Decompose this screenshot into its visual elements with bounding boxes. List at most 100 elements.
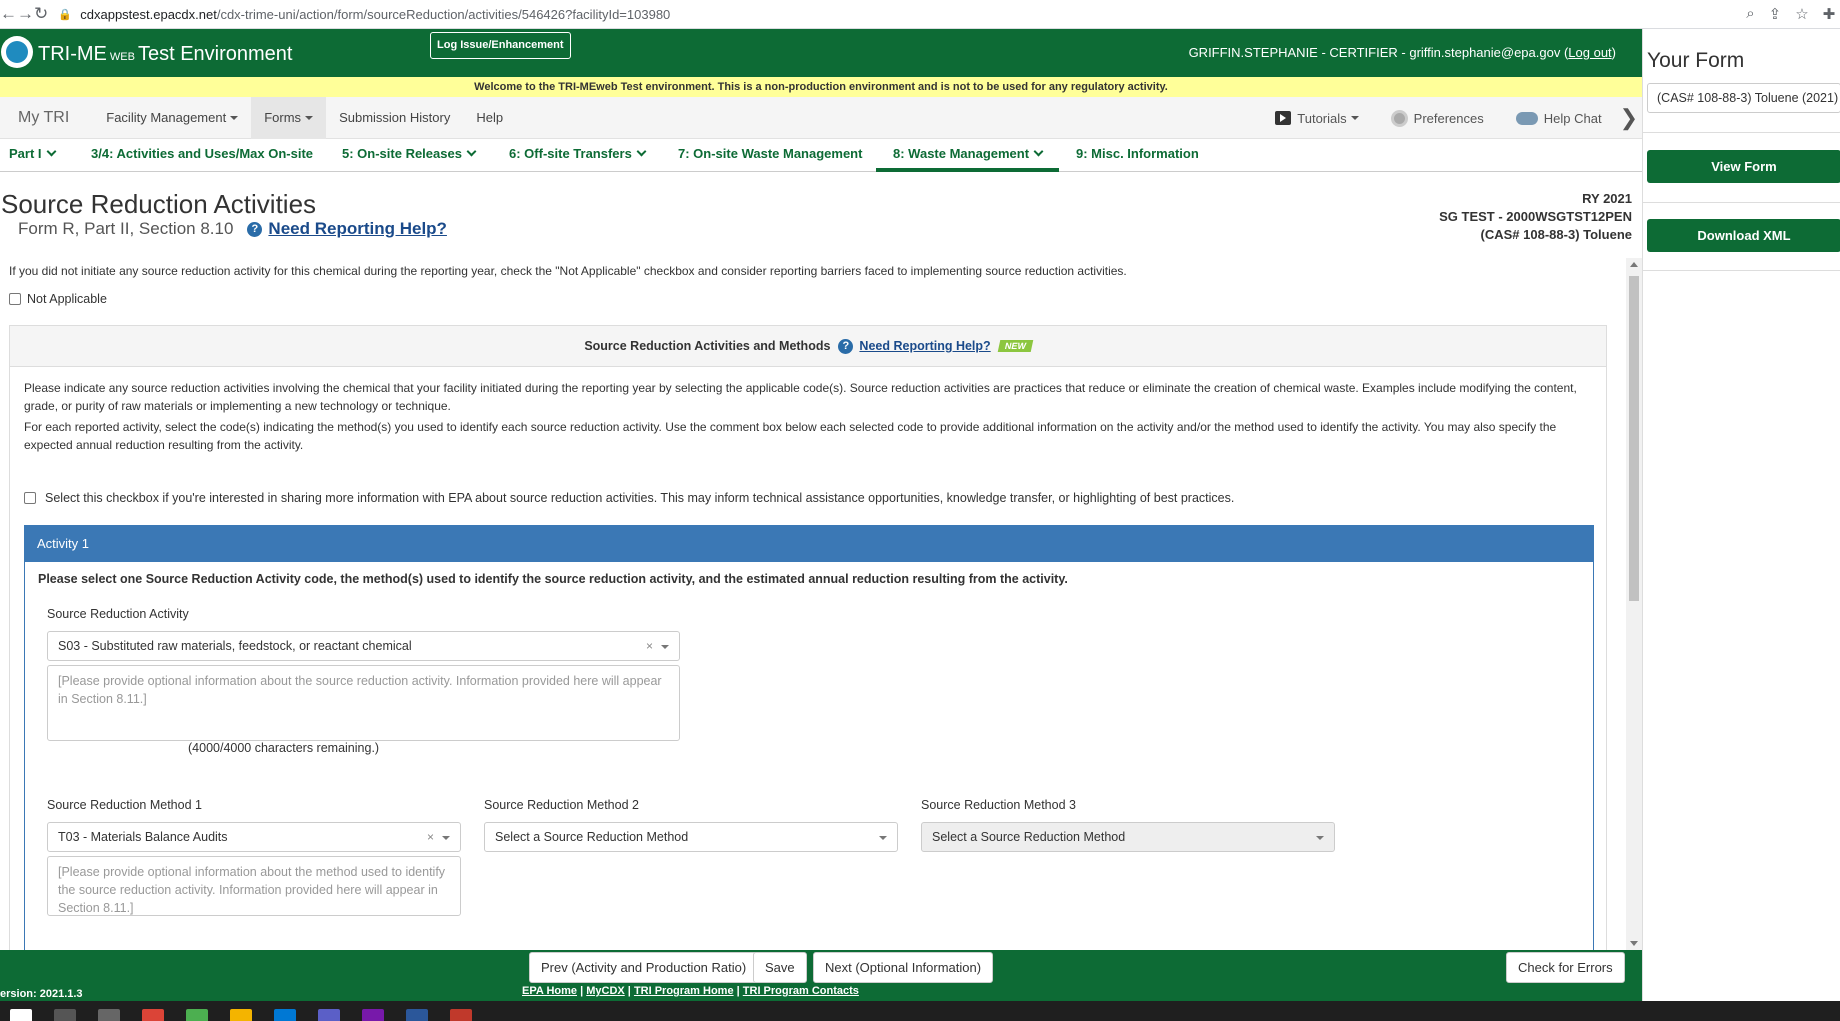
method-1-select[interactable]: T03 - Materials Balance Audits ×	[47, 822, 461, 852]
checkbox[interactable]	[9, 293, 21, 305]
app-header: TRI-ME WEB Test Environment Log Issue/Enha…	[0, 29, 1642, 77]
form-content: If you did not initiate any source reduc…	[0, 258, 1626, 950]
search-icon[interactable]	[54, 1009, 76, 1021]
onenote-icon[interactable]	[362, 1009, 384, 1021]
tab-onsite-releases[interactable]: 5: On-site Releases	[342, 139, 477, 172]
footer-link-mycdx[interactable]: MyCDX	[586, 985, 625, 997]
scroll-thumb[interactable]	[1629, 276, 1639, 601]
tab-offsite-transfers[interactable]: 6: Off-site Transfers	[509, 139, 647, 172]
method-1-comment-textarea[interactable]: [Please provide optional information abo…	[47, 856, 461, 916]
characters-remaining: (4000/4000 characters remaining.)	[188, 741, 380, 755]
nav-forms[interactable]: Forms	[251, 96, 327, 139]
extensions-icon[interactable]: ✚	[1823, 5, 1836, 23]
activity-label: Source Reduction Activity	[47, 607, 189, 621]
footer-link-tri-home[interactable]: TRI Program Home	[634, 985, 734, 997]
log-issue-button[interactable]: Log Issue/Enhancement	[430, 32, 571, 59]
teams-icon[interactable]	[318, 1009, 340, 1021]
download-xml-button[interactable]: Download XML	[1647, 219, 1840, 252]
lock-icon: 🔒	[58, 8, 72, 21]
divider	[1643, 270, 1840, 271]
instructions-paragraph-1: Please indicate any source reduction act…	[24, 381, 1577, 413]
acrobat-icon[interactable]	[450, 1009, 472, 1021]
nav-preferences[interactable]: Preferences	[1390, 109, 1484, 127]
url-host: cdxappstest.epacdx.net	[80, 6, 217, 22]
clear-icon[interactable]: ×	[646, 632, 653, 660]
back-icon[interactable]: ←	[0, 1, 17, 27]
divider	[1643, 202, 1840, 203]
outlook-icon[interactable]	[274, 1009, 296, 1021]
nav-help-chat[interactable]: Help Chat	[1515, 111, 1602, 126]
scroll-up-icon[interactable]	[1630, 262, 1638, 267]
nav-help[interactable]: Help	[463, 97, 516, 139]
content-scrollbar[interactable]	[1626, 258, 1642, 950]
tab-waste-management[interactable]: 8: Waste Management	[876, 139, 1060, 172]
method-2-select[interactable]: Select a Source Reduction Method	[484, 822, 898, 852]
tab-misc-information[interactable]: 9: Misc. Information	[1076, 139, 1199, 172]
method-2-label: Source Reduction Method 2	[484, 798, 639, 812]
share-icon[interactable]: ⇪	[1769, 5, 1782, 23]
prev-button[interactable]: Prev (Activity and Production Ratio)	[529, 952, 759, 983]
checkbox[interactable]	[24, 492, 36, 504]
next-button[interactable]: Next (Optional Information)	[813, 952, 994, 983]
zoom-icon[interactable]: ⌕	[1746, 5, 1754, 23]
app-icon[interactable]	[186, 1009, 208, 1021]
not-applicable-checkbox[interactable]: Not Applicable	[9, 292, 107, 306]
bookmark-star-icon[interactable]: ☆	[1795, 5, 1808, 23]
word-icon[interactable]	[406, 1009, 428, 1021]
chevron-right-icon[interactable]: ❯	[1620, 105, 1638, 131]
footer-link-tri-contacts[interactable]: TRI Program Contacts	[743, 985, 859, 997]
help-icon: ?	[838, 338, 854, 354]
source-reduction-activity-select[interactable]: S03 - Substituted raw materials, feedsto…	[47, 631, 680, 661]
method-3-label: Source Reduction Method 3	[921, 798, 1076, 812]
address-bar[interactable]: 🔒 cdxappstest.epacdx.net /cdx-trime-uni/…	[58, 2, 1648, 26]
dropdown-arrow-icon	[442, 836, 450, 840]
save-button[interactable]: Save	[753, 952, 807, 983]
user-info: GRIFFIN.STEPHANIE - CERTIFIER - griffin.…	[1188, 45, 1616, 60]
epa-logo	[1, 36, 33, 68]
footer-links: EPA Home | MyCDX | TRI Program Home | TR…	[522, 985, 859, 997]
method-1-label: Source Reduction Method 1	[47, 798, 202, 812]
section-tabs: Part I 3/4: Activities and Uses/Max On-s…	[0, 139, 1642, 172]
new-badge: NEW	[997, 340, 1033, 352]
help-icon: ?	[247, 221, 263, 237]
version-label: ersion: 2021.1.3	[0, 988, 83, 1000]
activity-header: Activity 1	[25, 526, 1593, 562]
divider	[1643, 132, 1840, 133]
view-form-button[interactable]: View Form	[1647, 150, 1840, 183]
your-form-sidebar: Your Form (CAS# 108-88-3) Toluene (2021)…	[1642, 29, 1840, 1001]
share-info-checkbox[interactable]: Select this checkbox if you're intereste…	[24, 491, 1234, 505]
task-view-icon[interactable]	[98, 1009, 120, 1021]
footer-bar: Prev (Activity and Production Ratio) Sav…	[0, 950, 1642, 1001]
form-identity: RY 2021 SG TEST - 2000WSGTST12PEN (CAS# …	[1439, 191, 1632, 242]
panel-header: Source Reduction Activities and Methods …	[10, 326, 1606, 367]
tab-onsite-waste-mgmt[interactable]: 7: On-site Waste Management	[678, 139, 862, 172]
sidebar-title: Your Form	[1647, 49, 1745, 72]
logout-link[interactable]: Log out	[1568, 45, 1611, 60]
nav-tutorials[interactable]: Tutorials	[1275, 111, 1359, 126]
method-3-select[interactable]: Select a Source Reduction Method	[921, 822, 1335, 852]
tab-activities-uses[interactable]: 3/4: Activities and Uses/Max On-site	[91, 139, 313, 172]
panel-help-link[interactable]: Need Reporting Help?	[859, 339, 990, 353]
windows-start-icon[interactable]	[10, 1009, 32, 1021]
reload-icon[interactable]: ↻	[34, 1, 48, 27]
page-title: Source Reduction Activities	[1, 189, 317, 219]
nav-facility-management[interactable]: Facility Management	[93, 97, 251, 139]
check-errors-button[interactable]: Check for Errors	[1506, 952, 1625, 983]
nav-brand[interactable]: My TRI	[18, 109, 69, 127]
clear-icon[interactable]: ×	[427, 823, 434, 851]
activity-comment-textarea[interactable]: [Please provide optional information abo…	[47, 665, 680, 741]
scroll-down-icon[interactable]	[1630, 941, 1638, 946]
forward-icon[interactable]: →	[17, 1, 34, 27]
tab-part-i[interactable]: Part I	[9, 139, 56, 172]
main-nav: My TRI Facility Management Forms Submiss…	[0, 96, 1642, 139]
gear-icon	[1390, 109, 1408, 127]
nav-submission-history[interactable]: Submission History	[326, 97, 463, 139]
folder-icon[interactable]	[230, 1009, 252, 1021]
need-help-link[interactable]: Need Reporting Help?	[268, 219, 447, 239]
page-subtitle: Form R, Part II, Section 8.10 ? Need Rep…	[18, 219, 447, 239]
video-icon	[1275, 111, 1292, 125]
footer-link-epa-home[interactable]: EPA Home	[522, 985, 577, 997]
chrome-icon[interactable]	[142, 1009, 164, 1021]
dropdown-arrow-icon	[1316, 836, 1324, 840]
sidebar-chemical-select[interactable]: (CAS# 108-88-3) Toluene (2021)	[1647, 83, 1840, 113]
